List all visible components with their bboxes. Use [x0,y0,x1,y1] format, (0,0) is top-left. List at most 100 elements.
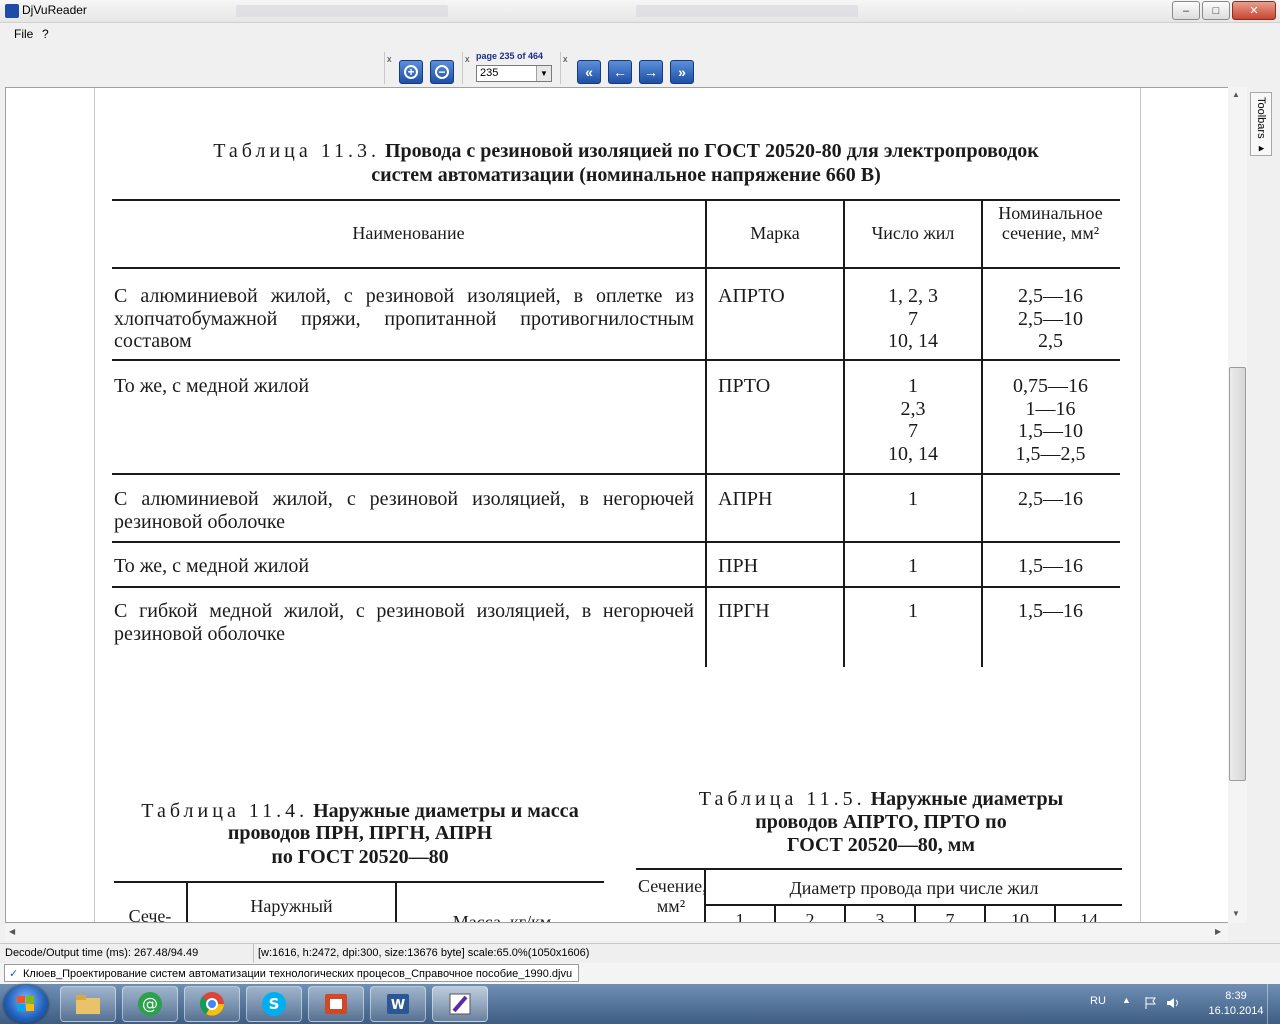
background-window-title [636,5,858,17]
row-name: С алюминиевой жилой, с резиновой изоляци… [114,285,694,352]
close-toolbar-icon[interactable]: x [465,54,470,64]
left-arrow-icon: ← [613,64,627,80]
zoom-toolbar: x + − [384,52,461,84]
column-header-cores: Число жил [871,223,955,243]
open-files-bar: ✓ Клюев_Проектирование систем автоматиза… [0,963,1280,984]
close-button[interactable]: ✕ [1232,1,1276,20]
close-toolbar-icon[interactable]: x [387,54,392,64]
column-header-mass: Масса, кг/км [452,912,552,923]
table-11-3-caption-line2: систем автоматизации (номинальное напряж… [371,164,881,186]
language-indicator[interactable]: RU [1090,995,1106,1007]
column-header-section: Номинальное сечение, мм² [998,203,1103,243]
document-page: Таблица 11.3. Провода с резиновой изоляц… [6,88,1246,923]
table-11-5-caption-line3: ГОСТ 20520—80, мм [786,834,976,856]
chevron-down-icon[interactable]: ▼ [536,66,551,81]
column-header-cores: 2 [805,910,815,923]
taskbar-skype-button[interactable]: S [246,986,302,1022]
skype-icon: S [262,992,286,1016]
svg-text:@: @ [142,994,158,1013]
navigation-toolbar: x « ← → » [560,52,701,84]
table-11-4-caption-line2: проводов ПРН, ПРГН, АПРН [227,822,493,844]
volume-icon[interactable] [1166,996,1180,1010]
row-cores: 1, 2, 3 7 10, 14 [845,285,981,353]
page-number-select[interactable]: 235 ▼ [476,65,552,82]
next-page-button[interactable]: → [639,60,663,84]
table-rule [705,199,707,667]
horizontal-scrollbar[interactable]: ◀ ▶ [5,924,1228,941]
taskbar-powerpoint-button[interactable] [308,986,364,1022]
minimize-button[interactable]: – [1172,1,1200,20]
status-bar: Decode/Output time (ms): 267.48/94.49 [w… [0,943,1280,964]
page-indicator: page 235 of 464 [476,51,544,61]
table-11-3-caption: Таблица 11.3. Провода с резиновой изоляц… [116,140,1136,162]
taskbar-mail-button[interactable]: @ [122,986,178,1022]
table-rule [112,199,1120,201]
close-toolbar-icon[interactable]: x [563,54,568,64]
taskbar: @ S W RU ▲ 8:39 16.10.2014 [0,984,1280,1024]
zoom-in-button[interactable]: + [399,60,423,84]
row-cores: 1 [908,555,918,577]
row-name: С алюминиевой жилой, с резиновой изоляци… [114,488,694,533]
menu-help[interactable]: ? [42,27,49,41]
menu-bar: File ? [0,24,1280,44]
right-arrow-icon: → [644,64,658,80]
previous-page-button[interactable]: ← [608,60,632,84]
table-11-4-caption: Таблица 11.4. Наружные диаметры и масса [110,800,610,822]
taskbar-explorer-button[interactable] [60,986,116,1022]
zoom-out-button[interactable]: − [430,60,454,84]
row-cores-line: 7 [908,307,918,330]
chrome-icon [200,992,224,1016]
taskbar-word-button[interactable]: W [370,986,426,1022]
row-section-line: 2,5 [1038,330,1063,352]
menu-file[interactable]: File [14,27,33,41]
table-rule [112,267,1120,269]
row-mark: ПРГН [718,600,770,622]
document-viewer[interactable]: Таблица 11.3. Провода с резиновой изоляц… [5,87,1247,923]
taskbar-djvureader-button[interactable] [432,986,488,1022]
vertical-scrollbar[interactable]: ▲ ▼ [1228,87,1247,923]
toolbars-side-tab[interactable]: Toolbars ▸ [1250,92,1272,156]
windows-logo-icon [17,996,35,1012]
toolbars-side-tab-label: Toolbars ▸ [1255,97,1267,155]
column-header-section: Сечение, мм² [638,876,707,916]
table-11-5-caption-line2: проводов АПРТО, ПРТО по [755,811,1007,833]
column-header-mark: Марка [750,223,800,243]
last-page-button[interactable]: » [670,60,694,84]
first-page-button[interactable]: « [577,60,601,84]
start-button[interactable] [4,985,48,1023]
action-center-flag-icon[interactable] [1144,996,1158,1010]
scroll-left-icon[interactable]: ◀ [9,927,15,936]
powerpoint-icon [325,994,347,1014]
show-hidden-icons-icon[interactable]: ▲ [1122,995,1131,1005]
row-section-line: 2,5—16 [1018,285,1083,307]
taskbar-chrome-button[interactable] [184,986,240,1022]
show-desktop-button[interactable] [1267,984,1280,1024]
toolbar: x + − x x « ← → » [0,48,1280,86]
row-section: 1,5—16 [1018,555,1083,577]
table-title: Наружные диаметры и масса [313,800,579,822]
column-header-cores: 1 [735,910,745,923]
svg-text:W: W [391,998,405,1013]
file-tab[interactable]: ✓ Клюев_Проектирование систем автоматиза… [4,964,580,982]
word-icon: W [387,994,409,1014]
scrollbar-thumb[interactable] [1229,367,1246,781]
scroll-right-icon[interactable]: ▶ [1215,927,1221,936]
row-mark: АПРТО [718,285,785,307]
row-cores-line: 7 [908,420,918,442]
row-cores-line: 1 [908,375,918,397]
column-header-diameter: Наружный [250,896,333,916]
maximize-button[interactable]: □ [1202,1,1230,20]
table-title: Наружные диаметры [870,788,1064,810]
folder-icon [76,995,100,1014]
row-section-line: 1,5—2,5 [1015,442,1086,465]
scroll-down-icon[interactable]: ▼ [1232,909,1240,918]
row-cores-line: 1, 2, 3 [888,285,938,307]
decode-time: Decode/Output time (ms): 267.48/94.49 [5,947,199,959]
row-mark: АПРН [718,488,773,510]
row-section-line: 0,75—16 [1013,375,1088,397]
table-rule [112,586,1120,588]
djvu-reader-icon [449,993,471,1015]
window-title: DjVuReader [22,3,87,17]
scroll-up-icon[interactable]: ▲ [1232,90,1240,99]
clock[interactable]: 8:39 16.10.2014 [1198,989,1274,1019]
